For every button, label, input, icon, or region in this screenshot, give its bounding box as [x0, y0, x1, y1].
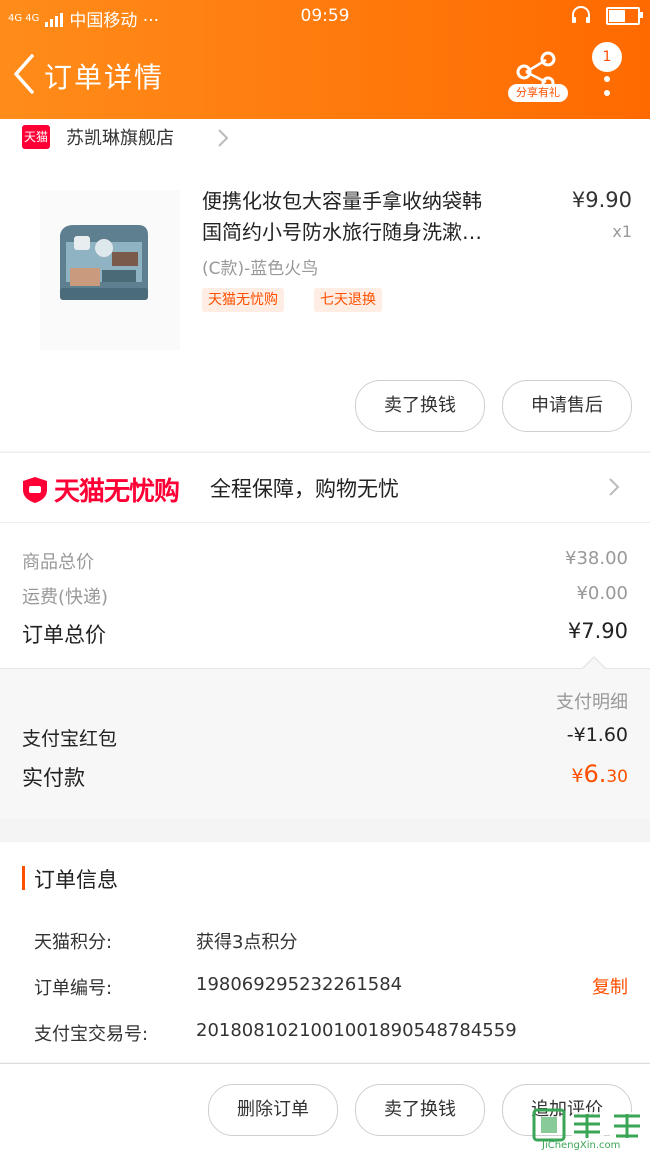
chevron-right-icon — [218, 129, 229, 147]
clock: 09:59 — [300, 6, 350, 26]
paid-int: 6. — [583, 760, 607, 788]
guarantee-text: 全程保障，购物无忧 — [210, 477, 399, 501]
guarantee-brand: 天猫无忧购 — [54, 477, 180, 507]
copy-button[interactable]: 复制 — [592, 973, 628, 999]
product-name-line1: 便携化妆包大容量手拿收纳袋韩 — [202, 189, 482, 213]
headset-icon — [572, 6, 590, 23]
order-total-value: ¥7.90 — [567, 619, 628, 643]
share-button[interactable]: 分享有礼 — [508, 50, 568, 102]
product-quantity: x1 — [612, 222, 632, 241]
caret-fill — [583, 658, 605, 669]
tmall-logo: 天猫 — [22, 125, 50, 149]
redpacket-value: -¥1.60 — [566, 724, 628, 746]
order-info-title: 订单信息 — [34, 868, 118, 892]
goods-total-label: 商品总价 — [22, 552, 94, 573]
app-header: 4G 4G 中国移动 ··· 09:59 订单详情 分享有礼 1 — [0, 0, 650, 119]
chevron-left-icon — [14, 54, 34, 94]
paid-currency: ¥ — [571, 765, 584, 787]
paid-value: ¥6.30 — [571, 760, 628, 788]
sell-for-cash-button[interactable]: 卖了换钱 — [355, 1084, 485, 1136]
payment-detail-label: 支付明细 — [556, 692, 628, 713]
delete-order-button[interactable]: 删除订单 — [208, 1084, 338, 1136]
tag-worry-free: 天猫无忧购 — [202, 288, 284, 312]
paid-label: 实付款 — [22, 766, 85, 790]
section-accent-bar — [22, 866, 25, 890]
order-number-value: 1980692952322615​84 — [196, 974, 403, 995]
product-name[interactable]: 便携化妆包大容量手拿收纳袋韩 国简约小号防水旅行随身洗漱… — [202, 186, 542, 248]
share-label: 分享有礼 — [508, 84, 568, 102]
goods-total-value: ¥38.00 — [565, 548, 628, 569]
points-label: 天猫积分: — [34, 932, 113, 953]
product-price: ¥9.90 — [571, 188, 632, 212]
order-number-label: 订单编号: — [34, 978, 113, 999]
redpacket-label: 支付宝红包 — [22, 728, 118, 750]
page-title: 订单详情 — [44, 61, 165, 94]
product-image[interactable] — [40, 190, 180, 350]
more-dots-icon — [604, 76, 610, 104]
alipay-trade-no-label: 支付宝交易号: — [34, 1024, 149, 1045]
points-value: 获得3点积分 — [196, 932, 298, 953]
shipping-label: 运费(快递) — [22, 587, 109, 608]
chevron-right-icon — [609, 478, 620, 496]
product-name-line2: 国简约小号防水旅行随身洗漱… — [202, 220, 482, 244]
order-total-label: 订单总价 — [22, 623, 106, 647]
status-right — [570, 6, 643, 26]
apply-after-sale-button[interactable]: 申请售后 — [502, 380, 632, 432]
watermark-text: JiChengXin.com — [542, 1140, 621, 1151]
status-bar: 4G 4G 中国移动 ··· 09:59 — [0, 0, 650, 34]
battery-icon — [606, 7, 643, 25]
product-sku: (C款)-蓝色火鸟 — [202, 259, 319, 279]
store-name[interactable]: 苏凯琳旗舰店 — [66, 124, 174, 150]
alipay-trade-no-value: 2018081021001001890548784559 — [196, 1020, 517, 1041]
guarantee-logo: 天猫无忧购 — [22, 471, 180, 508]
shipping-value: ¥0.00 — [576, 583, 628, 604]
tmall-shield-icon — [23, 476, 47, 503]
more-menu-button[interactable]: 1 — [592, 42, 624, 102]
paid-dec: 30 — [606, 767, 628, 787]
sell-for-cash-button[interactable]: 卖了换钱 — [355, 380, 485, 432]
tag-seven-day-return: 七天退换 — [314, 288, 382, 312]
notification-badge: 1 — [592, 42, 622, 72]
back-button[interactable] — [8, 52, 40, 96]
